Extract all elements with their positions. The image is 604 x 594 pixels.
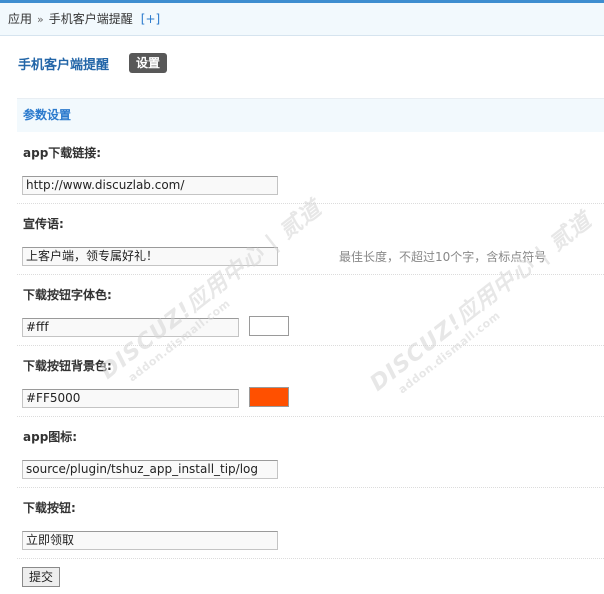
- section-title: 参数设置: [17, 98, 604, 132]
- field-label-app-icon: app图标:: [23, 430, 78, 444]
- field-label-button-font-color: 下载按钮字体色:: [23, 288, 112, 302]
- slogan-tip: 最佳长度，不超过10个字，含标点符号: [339, 250, 547, 264]
- download-button-text-input[interactable]: 立即领取: [22, 531, 278, 550]
- download-link-input[interactable]: http://www.discuzlab.com/: [22, 176, 278, 195]
- bg-color-swatch[interactable]: [249, 387, 289, 407]
- add-shortcut-link[interactable]: [+]: [141, 12, 160, 26]
- field-label-download-link: app下载链接:: [23, 146, 102, 160]
- font-color-swatch[interactable]: [249, 316, 289, 336]
- watermark-logo: DISCUZ!应用中心 | 贰道 addon.dismall.com: [365, 208, 597, 397]
- button-bg-color-input[interactable]: #FF5000: [22, 389, 239, 408]
- button-font-color-input[interactable]: #fff: [22, 318, 239, 337]
- row-divider: [17, 558, 604, 559]
- row-divider: [17, 345, 604, 346]
- app-icon-input[interactable]: source/plugin/tshuz_app_install_tip/log: [22, 460, 278, 479]
- plugin-title: 手机客户端提醒: [18, 57, 110, 73]
- breadcrumb-root-link[interactable]: 应用: [8, 12, 32, 26]
- breadcrumb: 应用 » 手机客户端提醒 [+]: [0, 3, 604, 36]
- row-divider: [17, 487, 604, 488]
- settings-tab[interactable]: 设置: [129, 53, 168, 73]
- submit-button[interactable]: 提交: [22, 567, 61, 587]
- plugin-header: 手机客户端提醒 设置: [18, 52, 168, 74]
- field-label-download-button: 下载按钮:: [23, 501, 76, 515]
- watermark-logo: DISCUZ!应用中心 | 贰道 addon.dismall.com: [95, 196, 327, 385]
- breadcrumb-current: 手机客户端提醒: [48, 12, 133, 26]
- row-divider: [17, 274, 604, 275]
- row-divider: [17, 416, 604, 417]
- breadcrumb-separator: »: [37, 13, 44, 26]
- field-label-button-bg-color: 下载按钮背景色:: [23, 359, 112, 373]
- field-label-slogan: 宣传语:: [23, 217, 64, 231]
- slogan-input[interactable]: 上客户端，领专属好礼！: [22, 247, 278, 266]
- row-divider: [17, 203, 604, 204]
